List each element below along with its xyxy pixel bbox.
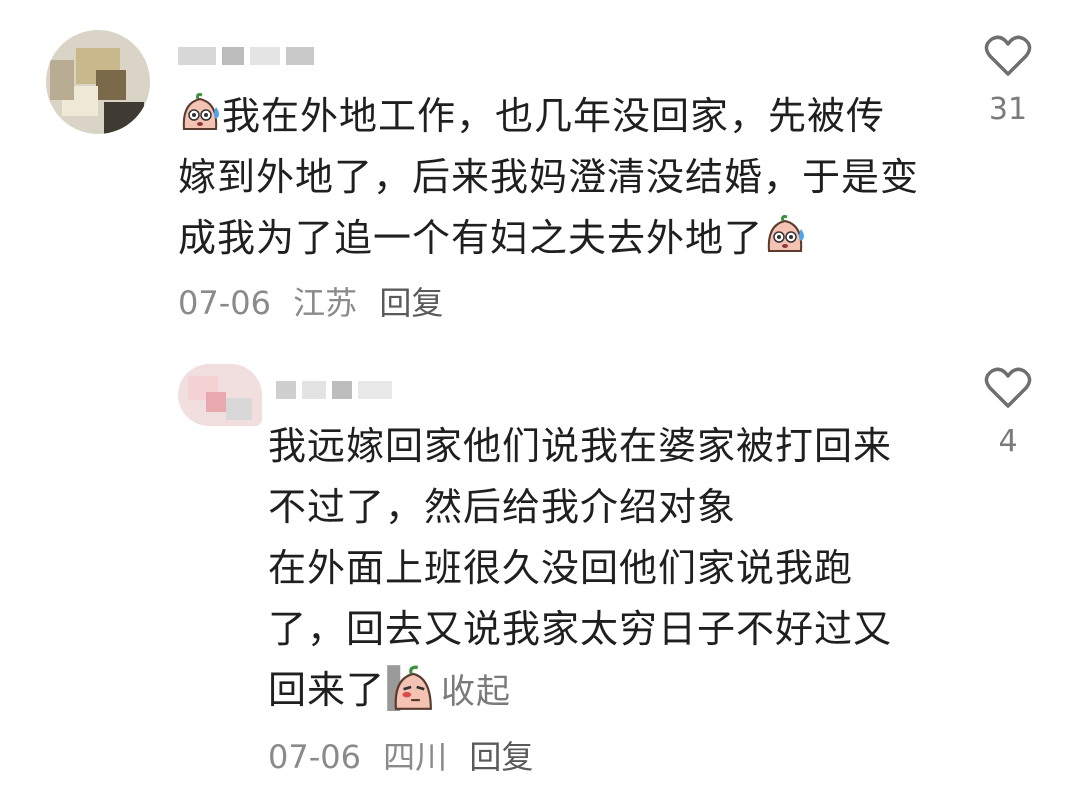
like-button[interactable]: 4 — [968, 366, 1048, 459]
username-masked[interactable] — [276, 378, 398, 402]
reply-button[interactable]: 回复 — [469, 738, 533, 776]
heart-outline-icon — [984, 35, 1032, 76]
comment-line: 成我为了追一个有妇之夫去外地了 — [178, 216, 764, 260]
collapse-button[interactable]: 收起 — [441, 672, 511, 712]
comment-location: 四川 — [383, 738, 448, 776]
sweat-emoji-icon — [767, 215, 805, 252]
peek-emoji-icon — [387, 665, 432, 711]
comment-line: 嫁到外地了，后来我妈澄清没结婚，于是变 — [178, 155, 920, 199]
comment-line: 我远嫁回家他们说我在婆家被打回来 — [268, 424, 893, 468]
comment-text: 我在外地工作，也几年没回家，先被传 嫁到外地了，后来我妈澄清没结婚，于是变 成我… — [178, 86, 919, 269]
sweat-emoji-icon — [182, 93, 219, 130]
username-masked[interactable] — [178, 44, 320, 68]
avatar[interactable] — [46, 30, 150, 134]
avatar[interactable] — [178, 364, 262, 426]
comment-line: 在外面上班很久没回他们家说我跑 — [268, 546, 854, 590]
reply-button[interactable]: 回复 — [379, 284, 443, 322]
like-count: 4 — [998, 424, 1018, 459]
like-button[interactable]: 31 — [968, 34, 1048, 127]
like-count: 31 — [988, 92, 1028, 127]
comment-line: 回来了 — [268, 668, 386, 712]
comment-location: 江苏 — [293, 284, 358, 322]
comment-line: 了，回去又说我家太穷日子不好过又 — [268, 607, 893, 651]
comment-meta: 07-06 四川 回复 — [268, 732, 545, 778]
comment-text: 我远嫁回家他们说我在婆家被打回来 不过了，然后给我介绍对象 在外面上班很久没回他… — [268, 416, 892, 723]
comment-list: 我在外地工作，也几年没回家，先被传 嫁到外地了，后来我妈澄清没结婚，于是变 成我… — [0, 0, 1080, 802]
comment-date: 07-06 — [178, 284, 271, 322]
comment-meta: 07-06 江苏 回复 — [178, 278, 455, 324]
comment-date: 07-06 — [268, 738, 361, 776]
heart-outline-icon — [984, 367, 1032, 408]
comment-line: 我在外地工作，也几年没回家，先被传 — [222, 94, 886, 138]
comment-line: 不过了，然后给我介绍对象 — [268, 485, 737, 529]
